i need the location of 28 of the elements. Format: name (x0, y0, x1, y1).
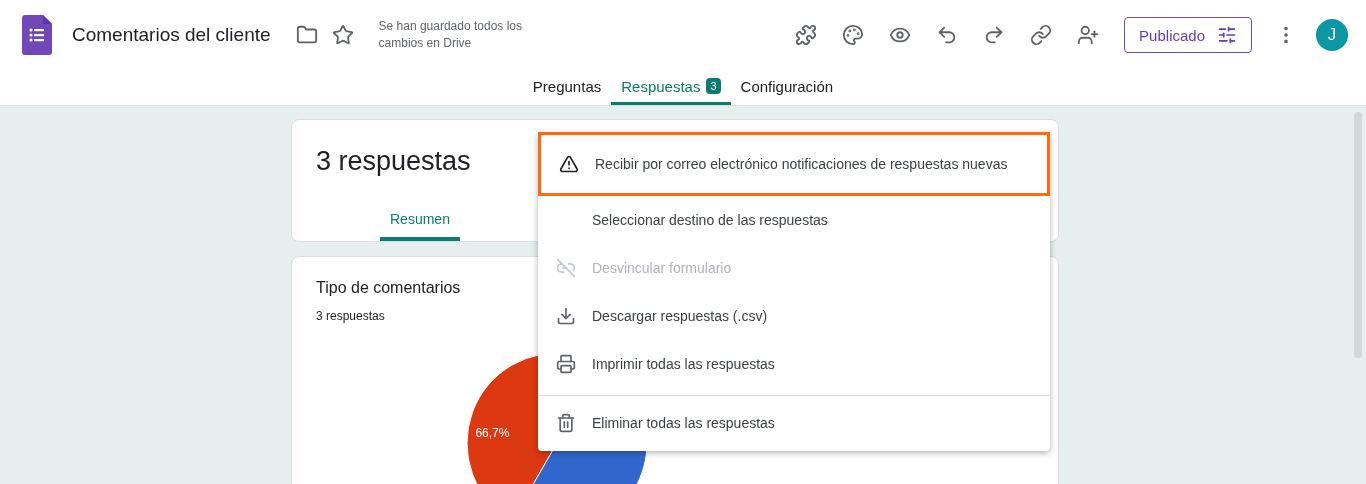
question-subtitle: 3 respuestas (315, 308, 386, 323)
slice-label: 66,7% (475, 426, 510, 441)
tab[interactable]: Preguntas (522, 70, 612, 105)
tab-label: Preguntas (532, 77, 602, 95)
menu-item[interactable]: Recibir por correo electrónico notificaciones de respuestas nuevas (538, 132, 1050, 196)
question-title: Tipo de comentarios (315, 278, 462, 297)
unlink-icon (556, 258, 576, 278)
menu-item[interactable]: Imprimir todas las respuestas (538, 340, 1050, 388)
sliders-icon (1217, 25, 1237, 45)
menu-item[interactable]: Eliminar todas las respuestas (538, 399, 1050, 447)
form-title[interactable]: Comentarios del cliente (72, 24, 271, 46)
scrollbar[interactable] (1354, 112, 1362, 358)
tab[interactable]: Configuración (730, 70, 844, 105)
warning-icon (559, 154, 579, 174)
printer-icon (556, 354, 576, 374)
avatar[interactable]: J (1316, 19, 1348, 51)
save-status: Se han guardado todos los cambios en Drive (378, 18, 523, 52)
tab-label: Respuestas (621, 77, 701, 95)
tab-label: Configuración (740, 77, 834, 95)
trash-icon (556, 413, 576, 433)
download-icon (556, 306, 576, 326)
menu-item[interactable]: Seleccionar destino de las respuestas (538, 196, 1050, 244)
summary-tab[interactable]: Resumen (380, 211, 460, 241)
menu-item[interactable]: Descargar respuestas (.csv) (538, 292, 1050, 340)
publish-button[interactable]: Publicado (1124, 17, 1252, 53)
forms-logo-icon[interactable] (22, 15, 52, 55)
count-badge: 3 (706, 78, 721, 94)
responses-count: 3 respuestas (315, 145, 472, 177)
